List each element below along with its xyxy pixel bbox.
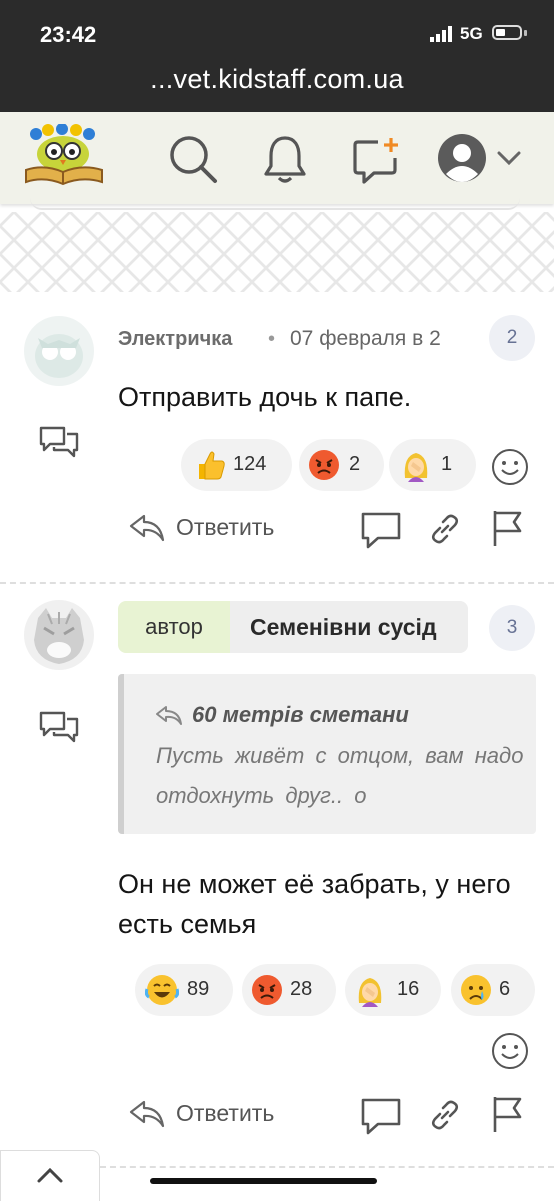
comment-author-name: Семенівни сусід bbox=[250, 614, 437, 640]
comment-text: Отправить дочь к папе. bbox=[118, 382, 412, 412]
add-reaction-smiley-icon[interactable] bbox=[491, 1032, 529, 1070]
reaction-count: 16 bbox=[397, 978, 420, 1000]
angry-face-emoji bbox=[252, 975, 282, 1005]
reaction-count: 124 bbox=[233, 453, 267, 475]
reaction-angry[interactable]: 28 bbox=[242, 964, 336, 1016]
separator-dot: • bbox=[268, 328, 276, 350]
comment-number-badge[interactable]: 3 bbox=[489, 605, 535, 651]
new-message-icon[interactable] bbox=[352, 136, 402, 186]
comment-icon[interactable] bbox=[360, 510, 402, 550]
network-type: 5G bbox=[460, 24, 483, 43]
reply-button[interactable]: Ответить bbox=[176, 514, 274, 541]
reaction-facepalm[interactable]: 1 bbox=[389, 439, 476, 491]
flag-icon[interactable] bbox=[490, 1094, 526, 1134]
reply-button[interactable]: Ответить bbox=[176, 1100, 274, 1127]
reply-thread-icon[interactable] bbox=[38, 424, 80, 460]
reply-thread-icon[interactable] bbox=[38, 709, 80, 745]
facepalm-emoji bbox=[358, 978, 382, 1007]
previous-card-bottom bbox=[30, 198, 520, 210]
bell-icon[interactable] bbox=[262, 134, 308, 186]
crying-face-emoji bbox=[461, 975, 491, 1005]
thumbs-up-emoji bbox=[199, 451, 225, 480]
signal-icon bbox=[430, 26, 452, 42]
reaction-count: 1 bbox=[441, 453, 453, 475]
search-icon[interactable] bbox=[168, 134, 220, 186]
angry-face-emoji bbox=[309, 450, 339, 480]
battery-tip bbox=[524, 30, 527, 36]
comment-author[interactable]: Семенівни сусід bbox=[230, 601, 468, 653]
reaction-crying[interactable]: 6 bbox=[451, 964, 535, 1016]
comment-divider bbox=[0, 582, 554, 584]
chevron-up-icon bbox=[37, 1167, 63, 1183]
reaction-angry[interactable]: 2 bbox=[299, 439, 384, 491]
reaction-count: 28 bbox=[290, 978, 313, 1000]
quote-text: Пусть живёт с отцом, вам надо отдохнуть … bbox=[156, 743, 524, 808]
add-reaction-smiley-icon[interactable] bbox=[491, 448, 529, 486]
reaction-count: 89 bbox=[187, 978, 210, 1000]
author-tag: автор bbox=[118, 601, 230, 653]
reaction-count: 2 bbox=[349, 453, 361, 475]
comment-number-badge[interactable]: 2 bbox=[489, 315, 535, 361]
flag-icon[interactable] bbox=[490, 508, 526, 548]
status-bar: 23:42 5G ...vet.kidstaff.com.ua bbox=[0, 0, 554, 112]
battery-icon bbox=[492, 25, 522, 40]
address-bar[interactable]: ...vet.kidstaff.com.ua bbox=[0, 64, 554, 95]
comment-date: 07 февраля в 2 bbox=[290, 327, 441, 350]
link-icon[interactable] bbox=[428, 512, 462, 546]
comment-divider bbox=[100, 1166, 554, 1168]
home-indicator[interactable] bbox=[150, 1178, 377, 1184]
reaction-count: 6 bbox=[499, 978, 511, 1000]
facepalm-emoji bbox=[404, 453, 428, 482]
link-icon[interactable] bbox=[428, 1098, 462, 1132]
comment-author[interactable]: Электричка bbox=[118, 328, 232, 351]
commenter-avatar[interactable] bbox=[24, 600, 94, 670]
reaction-laughing[interactable]: 89 bbox=[135, 964, 233, 1016]
laughing-tears-emoji bbox=[145, 975, 179, 1005]
chevron-down-icon[interactable] bbox=[496, 150, 522, 166]
reply-arrow-icon[interactable] bbox=[128, 1098, 166, 1130]
comment-text: Он не может её забрать, у него есть семь… bbox=[118, 869, 511, 939]
owl-logo-icon[interactable] bbox=[22, 124, 106, 188]
reaction-facepalm[interactable]: 16 bbox=[345, 964, 441, 1016]
commenter-avatar[interactable] bbox=[24, 316, 94, 386]
comment-icon[interactable] bbox=[360, 1096, 402, 1136]
reply-arrow-icon[interactable] bbox=[128, 512, 166, 544]
quoted-comment[interactable]: 60 метрів сметани Пусть живёт с отцом, в… bbox=[118, 674, 536, 834]
user-avatar-icon[interactable] bbox=[436, 132, 488, 184]
background-pattern bbox=[0, 212, 554, 292]
reaction-thumbs-up[interactable]: 124 bbox=[181, 439, 292, 491]
scroll-to-top-tab[interactable] bbox=[0, 1150, 100, 1201]
site-header bbox=[0, 112, 554, 204]
status-time: 23:42 bbox=[40, 22, 97, 47]
quote-author: 60 метрів сметани bbox=[192, 702, 409, 727]
quote-reply-arrow-icon bbox=[156, 706, 182, 725]
